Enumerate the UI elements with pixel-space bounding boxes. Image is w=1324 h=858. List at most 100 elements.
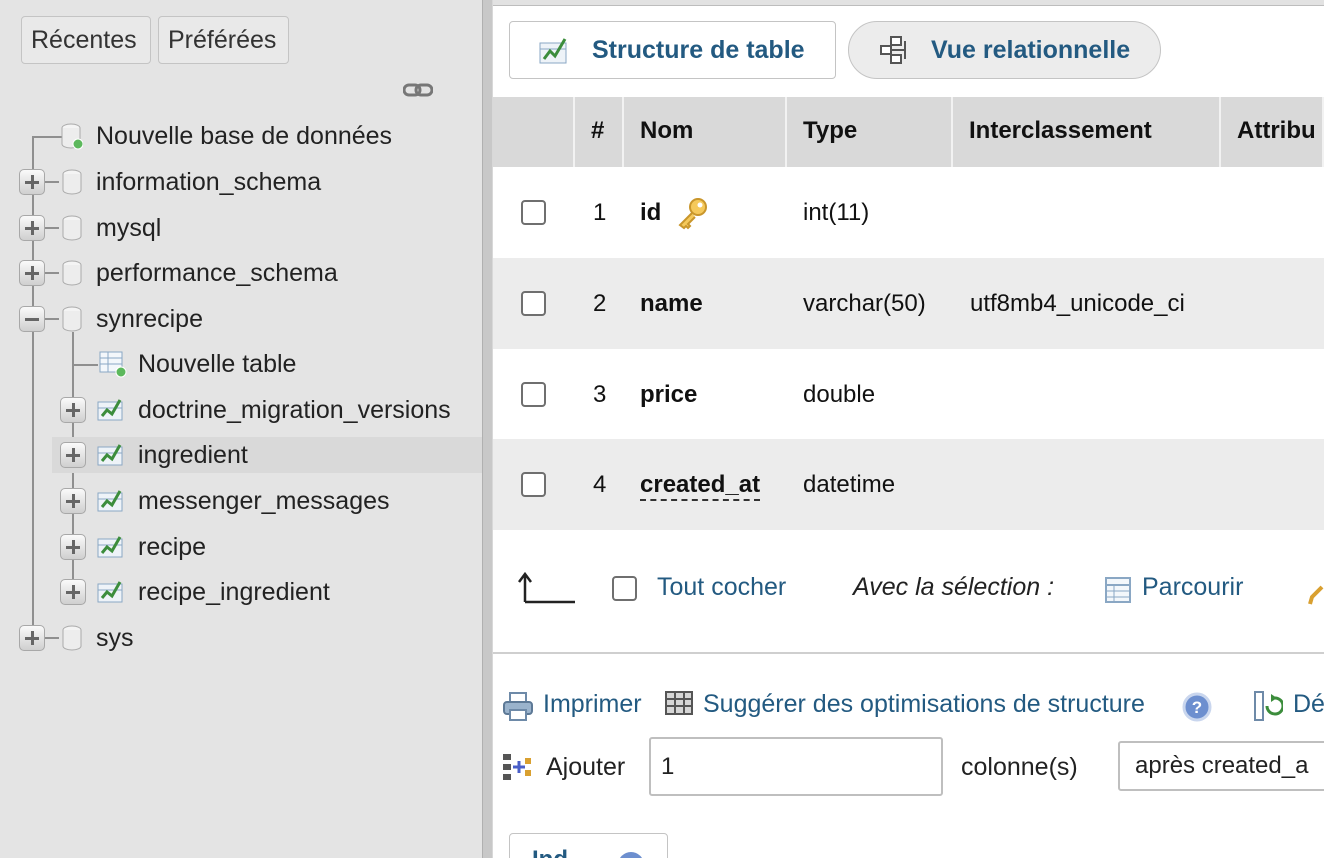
check-all-link[interactable]: Tout cocher	[657, 573, 786, 602]
row-checkbox[interactable]	[521, 200, 546, 225]
column-count-input[interactable]: 1	[649, 737, 943, 796]
database-name[interactable]: sys	[96, 620, 134, 656]
table-item-selected[interactable]: ingredient	[52, 437, 482, 473]
expand-icon[interactable]	[60, 488, 86, 514]
row-checkbox[interactable]	[521, 382, 546, 407]
column-type: varchar(50)	[803, 290, 926, 317]
row-checkbox[interactable]	[521, 291, 546, 316]
columns-unit-label: colonne(s)	[961, 753, 1078, 781]
table-row: 4 created_at datetime	[493, 439, 1324, 530]
indexes-button[interactable]: Ind	[509, 833, 668, 858]
table-structure-icon	[97, 490, 123, 512]
link-with-main-panel-icon[interactable]	[403, 81, 433, 99]
move-columns-link[interactable]: Dé	[1293, 690, 1324, 719]
browse-icon	[1105, 577, 1131, 603]
row-number: 1	[593, 199, 607, 226]
column-name: id	[640, 199, 662, 226]
column-position-select[interactable]: après created_a	[1118, 741, 1324, 791]
with-selection-label: Avec la sélection :	[853, 573, 1055, 601]
add-column-label: Ajouter	[546, 753, 626, 781]
table-name[interactable]: doctrine_migration_versions	[138, 392, 451, 428]
new-database-item[interactable]: Nouvelle base de données	[0, 118, 482, 154]
sidebar-resize-handle[interactable]	[482, 0, 493, 858]
column-type: int(11)	[803, 199, 870, 226]
table-row: 3 price double	[493, 349, 1324, 440]
row-checkbox[interactable]	[521, 472, 546, 497]
table-item[interactable]: recipe_ingredient	[0, 574, 482, 610]
top-tab-bar	[493, 0, 1324, 6]
column-header-collation[interactable]: Interclassement	[953, 97, 1221, 167]
add-column-icon	[503, 754, 531, 780]
expand-icon[interactable]	[60, 579, 86, 605]
row-number: 4	[593, 471, 607, 498]
row-number: 3	[593, 381, 607, 408]
database-item[interactable]: mysql	[0, 210, 482, 246]
database-name[interactable]: mysql	[96, 210, 161, 246]
relational-view-button[interactable]: Vue relationnelle	[848, 21, 1161, 79]
expand-icon[interactable]	[60, 397, 86, 423]
column-name: name	[640, 290, 703, 317]
with-selection-bar: Tout cocher Avec la sélection : Parcouri…	[493, 548, 1324, 628]
print-link[interactable]: Imprimer	[543, 690, 642, 719]
move-columns-icon	[1254, 691, 1283, 721]
expand-icon[interactable]	[19, 169, 45, 195]
database-name[interactable]: information_schema	[96, 164, 321, 200]
database-icon	[62, 215, 82, 241]
tree-line	[45, 181, 59, 183]
table-structure-icon	[539, 38, 567, 64]
database-name[interactable]: synrecipe	[96, 301, 203, 337]
table-row: 2 name varchar(50) utf8mb4_unicode_ci	[493, 258, 1324, 349]
column-type: datetime	[803, 471, 896, 498]
edit-icon[interactable]	[1308, 584, 1324, 606]
tree-line	[45, 227, 59, 229]
column-name-with-comment: created_at	[640, 439, 761, 530]
expand-icon[interactable]	[60, 442, 86, 468]
expand-icon[interactable]	[19, 215, 45, 241]
database-item[interactable]: synrecipe	[0, 301, 482, 337]
table-name[interactable]: messenger_messages	[138, 483, 390, 519]
check-all-checkbox[interactable]	[612, 576, 637, 601]
table-structure-icon	[97, 399, 123, 421]
database-item[interactable]: performance_schema	[0, 255, 482, 291]
column-header-type[interactable]: Type	[787, 97, 953, 167]
primary-key-icon	[678, 198, 707, 230]
database-item[interactable]: sys	[0, 620, 482, 656]
column-name: price	[640, 381, 698, 408]
recent-tables-button[interactable]: Récentes	[21, 16, 151, 64]
suggest-optimizations-link[interactable]: Suggérer des optimisations de structure	[703, 690, 1145, 719]
expand-icon[interactable]	[19, 260, 45, 286]
table-name[interactable]: recipe	[138, 529, 206, 565]
indexes-label: Ind	[532, 846, 568, 858]
browse-link[interactable]: Parcourir	[1142, 573, 1243, 602]
table-name[interactable]: recipe_ingredient	[138, 574, 330, 610]
database-name[interactable]: performance_schema	[96, 255, 338, 291]
expand-icon[interactable]	[60, 534, 86, 560]
table-item[interactable]: doctrine_migration_versions	[0, 392, 482, 428]
optimize-structure-icon	[665, 691, 693, 715]
new-table-item[interactable]: Nouvelle table	[0, 346, 482, 382]
help-icon[interactable]: ?	[1182, 692, 1212, 722]
arrow-up-left-icon	[518, 571, 575, 604]
database-icon	[62, 169, 82, 195]
column-collation: utf8mb4_unicode_ci	[970, 290, 1185, 317]
column-header-name[interactable]: Nom	[624, 97, 787, 167]
table-add-icon	[99, 351, 127, 378]
table-name[interactable]: ingredient	[138, 437, 248, 473]
column-header-number[interactable]: #	[575, 97, 624, 167]
table-item[interactable]: recipe	[0, 529, 482, 565]
new-database-label: Nouvelle base de données	[96, 122, 393, 150]
section-divider	[493, 652, 1324, 654]
row-number: 2	[593, 290, 607, 317]
tree-line	[45, 637, 59, 639]
table-structure-button[interactable]: Structure de table	[509, 21, 836, 79]
navigation-sidebar: Récentes Préférées Nouvelle base de donn…	[0, 0, 482, 858]
table-structure-label: Structure de table	[592, 36, 805, 64]
expand-icon[interactable]	[19, 625, 45, 651]
column-header-attributes[interactable]: Attribu	[1221, 97, 1324, 167]
database-item[interactable]: information_schema	[0, 164, 482, 200]
collapse-icon[interactable]	[19, 306, 45, 332]
table-item[interactable]: messenger_messages	[0, 483, 482, 519]
database-add-icon	[61, 123, 83, 150]
favorite-tables-button[interactable]: Préférées	[158, 16, 289, 64]
tree-line	[45, 318, 59, 320]
